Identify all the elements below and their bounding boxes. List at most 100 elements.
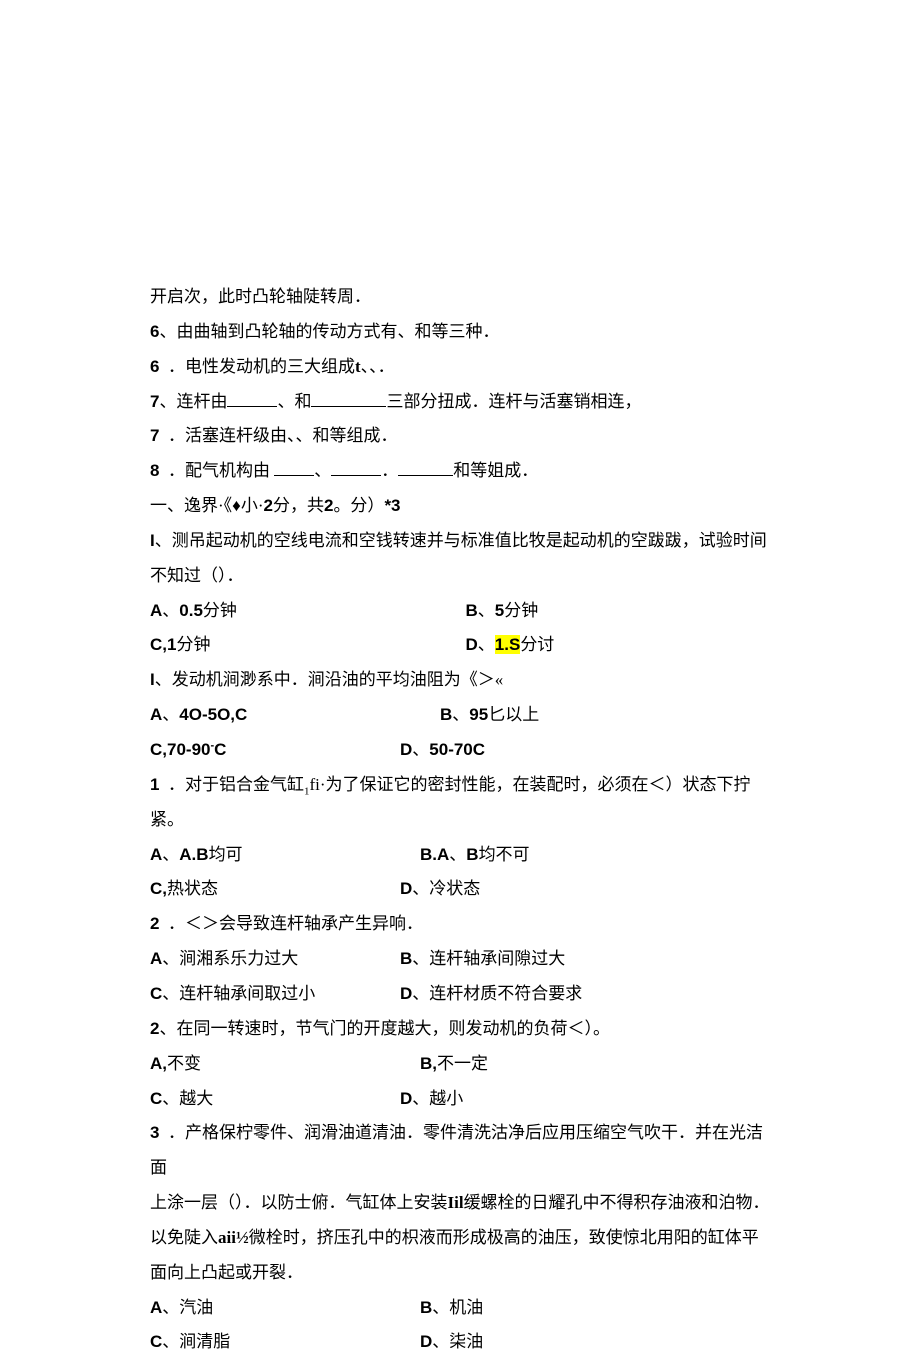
option-a: A、汽油 bbox=[150, 1291, 420, 1326]
opt-label: A bbox=[150, 705, 162, 724]
text: 、连杆由 bbox=[159, 392, 227, 411]
option-a: A、4O-5O,C bbox=[150, 698, 440, 733]
line-26: 面向上凸起或开裂． bbox=[150, 1256, 770, 1291]
option-b: B、5分钟 bbox=[440, 594, 770, 629]
opt-txt: 不变 bbox=[167, 1054, 201, 1073]
line-23: 3 ．产格保柠零件、润滑油道清油．零件清洗沽净后应用压缩空气吹干．并在光洁面 bbox=[150, 1116, 770, 1186]
option-c: C,70-90-C bbox=[150, 733, 400, 768]
blank bbox=[398, 475, 453, 476]
line-0: 开启次，此时凸轮轴陡转周． bbox=[150, 280, 770, 315]
opt-val: A.B bbox=[179, 845, 208, 864]
opt-txt: 、越小 bbox=[412, 1089, 463, 1108]
text: 分，共 bbox=[273, 496, 324, 515]
option-row: C、涧清脂 D、柒油 bbox=[150, 1325, 770, 1360]
opt-label: D bbox=[400, 1089, 412, 1108]
opt-txt: 、汽油 bbox=[162, 1298, 213, 1317]
option-b: B,不一定 bbox=[420, 1047, 770, 1082]
sep: 、 bbox=[452, 705, 469, 724]
option-c: C、越大 bbox=[150, 1082, 400, 1117]
opt-txt: 均可 bbox=[209, 845, 243, 864]
opt-label: B, bbox=[420, 1054, 437, 1073]
opt-val: 95 bbox=[469, 705, 488, 724]
text: ．对于铝合金气缸 bbox=[168, 775, 304, 794]
option-d: D、柒油 bbox=[420, 1325, 770, 1360]
text: ．产格保柠零件、润滑油道清油．零件清洗沽净后应用压缩空气吹干．并在光洁面 bbox=[150, 1123, 763, 1177]
opt-txt: 、冷状态 bbox=[412, 879, 480, 898]
text: 、由曲轴到凸轮轴的传动方式有、和等三种． bbox=[159, 322, 499, 341]
option-row: C、连杆轴承间取过小 D、连杆材质不符合要求 bbox=[150, 977, 770, 1012]
opt-txt: 分钟 bbox=[176, 635, 210, 654]
opt-label: D bbox=[420, 1332, 432, 1351]
opt-txt: 、连杆材质不符合要求 bbox=[412, 984, 582, 1003]
line-4: 7 ．活塞连杆级由、、和等组成． bbox=[150, 419, 770, 454]
text-bold: Iil bbox=[448, 1193, 464, 1212]
option-row: A、0.5分钟 B、5分钟 bbox=[150, 594, 770, 629]
blank bbox=[274, 475, 314, 476]
item-num: 7 bbox=[150, 426, 159, 445]
option-b: B、95匕以上 bbox=[440, 698, 770, 733]
line-5: 8 ．配气机构由 、．和等姐成． bbox=[150, 454, 770, 489]
line-25: 以免陡入aii½微栓时，挤压孔中的枳液而形成极高的油压，致使惊北用阳的缸体平 bbox=[150, 1221, 770, 1256]
line-7: I、测吊起动机的空线电流和空钱转速并与标准值比牧是起动机的空跋跋，试验时间 bbox=[150, 524, 770, 559]
text: 缓螺栓的日耀孔中不得积存油液和泊物． bbox=[464, 1193, 770, 1212]
opt-txt: 、涧湘系乐力过大 bbox=[162, 949, 298, 968]
opt-label: C bbox=[150, 1332, 162, 1351]
opt-txt: 、连杆轴承间隙过大 bbox=[412, 949, 565, 968]
option-c: C,热状态 bbox=[150, 872, 400, 907]
num: 2 bbox=[264, 496, 273, 515]
option-row: A、汽油 B、机油 bbox=[150, 1291, 770, 1326]
item-num: 3 bbox=[150, 1123, 159, 1142]
opt-label: C bbox=[150, 1089, 162, 1108]
blank bbox=[311, 406, 386, 407]
text: ． bbox=[381, 461, 398, 480]
opt-txt: 、柒油 bbox=[432, 1332, 483, 1351]
opt-label: A, bbox=[150, 1054, 167, 1073]
option-row: A、涧湘系乐力过大 B、连杆轴承间隙过大 bbox=[150, 942, 770, 977]
text: 以免陡入 bbox=[150, 1228, 218, 1247]
option-row: A、A.B均可 B.A、B均不可 bbox=[150, 838, 770, 873]
text: ．配气机构由 bbox=[168, 461, 274, 480]
text: ．＜＞会导致连杆轴承产生异响． bbox=[168, 914, 423, 933]
line-14: 1 ．对于铝合金气缸1fi·为了保证它的密封性能，在装配时，必须在＜）状态下拧紧… bbox=[150, 768, 770, 838]
sep: 、 bbox=[449, 845, 466, 864]
option-b: B.A、B均不可 bbox=[420, 838, 770, 873]
opt-label: C bbox=[150, 984, 162, 1003]
item-num: 2 bbox=[150, 914, 159, 933]
option-row: C,70-90-C D、50-70C bbox=[150, 733, 770, 768]
option-d: D、50-70C bbox=[400, 733, 770, 768]
opt-txt: 、连杆轴承间取过小 bbox=[162, 984, 315, 1003]
opt-label: D bbox=[400, 740, 412, 759]
opt-txt: 分钟 bbox=[504, 601, 538, 620]
option-a: A,不变 bbox=[150, 1047, 420, 1082]
opt-label-b: B bbox=[466, 845, 478, 864]
line-3: 7、连杆由、和三部分扭成．连杆与活塞销相连， bbox=[150, 385, 770, 420]
text: 、在同一转速时，节气门的开度越大，则发动机的负荷＜）。 bbox=[159, 1019, 610, 1038]
sep: 、 bbox=[478, 635, 495, 654]
line-6: 一、逸界·《♦小·2分，共2。分）*3 bbox=[150, 489, 770, 524]
option-b: B、连杆轴承间隙过大 bbox=[400, 942, 770, 977]
line-11: I、发动机涧渺系中．涧沿油的平均油阻为《＞« bbox=[150, 663, 770, 698]
opt-txt: 、涧清脂 bbox=[162, 1332, 230, 1351]
opt-txt: 、机油 bbox=[432, 1298, 483, 1317]
opt-val-highlight: 1.S bbox=[495, 635, 521, 654]
option-a: A、A.B均可 bbox=[150, 838, 420, 873]
option-row: A,不变 B,不一定 bbox=[150, 1047, 770, 1082]
opt-label: A bbox=[150, 845, 162, 864]
num: *3 bbox=[384, 496, 400, 515]
opt-label: C, bbox=[150, 879, 167, 898]
opt-label: A bbox=[150, 949, 162, 968]
line-8: 不知过（）． bbox=[150, 559, 770, 594]
text: 微栓时，挤压孔中的枳液而形成极高的油压，致使惊北用阳的缸体平 bbox=[249, 1228, 759, 1247]
opt-txt: 匕以上 bbox=[488, 705, 539, 724]
text: 、测吊起动机的空线电流和空钱转速并与标准值比牧是起动机的空跋跋，试验时间 bbox=[155, 531, 767, 550]
line-17: 2 ．＜＞会导致连杆轴承产生异响． bbox=[150, 907, 770, 942]
text: 、、． bbox=[361, 357, 395, 376]
sep: 、 bbox=[478, 601, 495, 620]
opt-val: 4O-5O,C bbox=[179, 705, 247, 724]
text: ．电性发动机的三大组成 bbox=[168, 357, 355, 376]
text: 三部分扭成．连杆与活塞销相连， bbox=[386, 392, 641, 411]
opt-label: D bbox=[466, 635, 478, 654]
sep: 、 bbox=[162, 601, 179, 620]
opt-label: D bbox=[400, 984, 412, 1003]
opt-val: 50-70C bbox=[429, 740, 485, 759]
